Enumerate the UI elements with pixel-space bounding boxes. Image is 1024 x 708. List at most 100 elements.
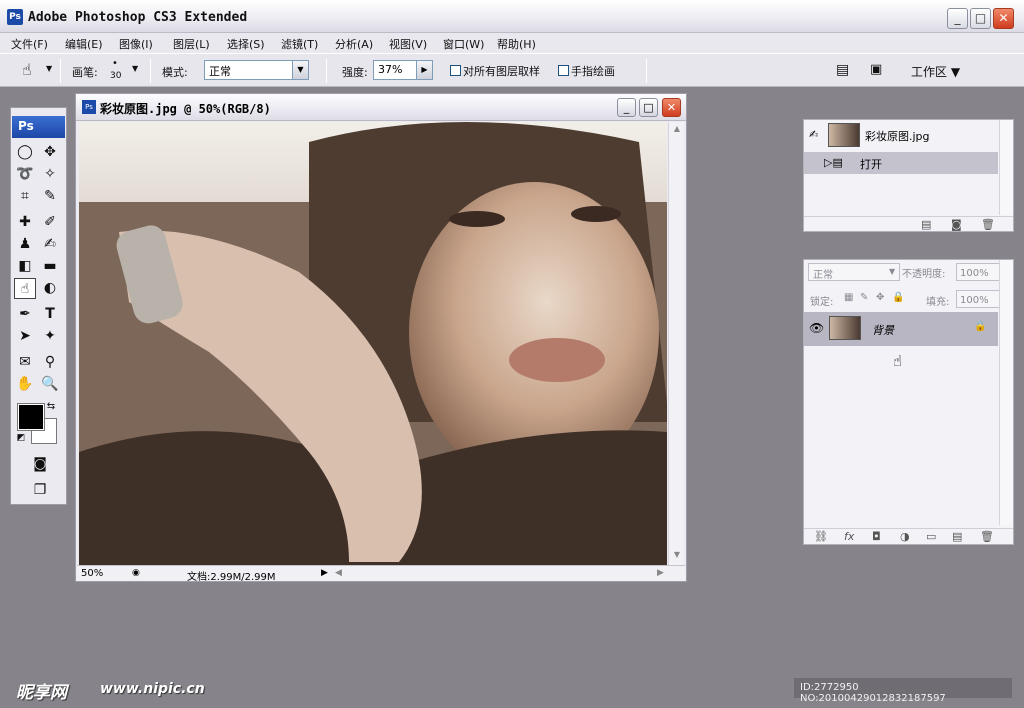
layer-style-icon[interactable]: fx [844,530,854,543]
lock-image-icon[interactable]: ✎ [860,292,868,303]
menu-help[interactable]: 帮助(H) [497,36,536,52]
brush-dot-icon[interactable]: • [112,58,118,69]
scroll-right-icon[interactable]: ▶ [657,568,664,578]
menu-file[interactable]: 文件(F) [11,36,48,52]
move-tool-icon[interactable]: ✥ [39,142,61,163]
layer-row-background[interactable]: 👁 背景 🔒 [804,312,998,346]
layers-scrollbar[interactable] [999,260,1013,525]
healing-brush-icon[interactable]: ✚ [14,212,36,233]
vertical-scrollbar[interactable]: ▲ ▼ [668,122,684,565]
maximize-button[interactable]: □ [970,8,991,29]
new-document-from-state-icon[interactable]: ▤ [921,218,931,231]
magic-wand-icon[interactable]: ✧ [39,164,61,185]
eraser-tool-icon[interactable]: ◧ [14,256,36,277]
menu-layer[interactable]: 图层(L) [173,36,210,52]
marquee-tool-icon[interactable]: ◯ [14,142,36,163]
doc-close-button[interactable]: ✕ [662,98,681,117]
scroll-down-icon[interactable]: ▼ [671,550,683,562]
document-title: 彩妆原图.jpg @ 50%(RGB/8) [100,102,271,116]
new-layer-icon[interactable]: ▤ [952,530,962,543]
image-id-label: ID:2772950 NO:20100429012832187597 [794,678,1012,704]
mode-select[interactable]: 正常 ▼ [204,60,309,80]
menu-analysis[interactable]: 分析(A) [335,36,373,52]
scroll-left-icon[interactable]: ◀ [335,568,342,578]
menu-select[interactable]: 选择(S) [227,36,265,52]
trash-icon[interactable]: 🗑 [981,218,995,231]
opacity-label: 不透明度: [902,269,946,280]
bridge-icon[interactable]: ▣ [870,62,882,77]
new-group-icon[interactable]: ▭ [926,530,936,543]
chevron-down-icon[interactable]: ▼ [46,64,52,73]
eyedropper-icon[interactable]: ⚲ [39,352,61,373]
mode-label: 模式: [162,66,188,79]
snapshot-thumbnail [828,123,860,147]
notes-tool-icon[interactable]: ✉ [14,352,36,373]
lock-transparent-icon[interactable]: ▦ [844,292,853,303]
scroll-up-icon[interactable]: ▲ [671,124,683,136]
close-button[interactable]: ✕ [993,8,1014,29]
sample-all-layers-checkbox[interactable] [450,65,461,76]
lock-all-icon[interactable]: 🔒 [892,292,904,303]
type-tool-icon[interactable]: T [39,304,61,325]
history-brush-source-icon[interactable]: ✍ [809,128,818,141]
zoom-tool-icon[interactable]: 🔍 [39,374,61,395]
smudge-tool-icon[interactable]: ☝ [14,278,36,299]
history-state-open[interactable]: ▷▤ 打开 [804,152,998,174]
layers-footer: ⛓ fx ◘ ◑ ▭ ▤ 🗑 [804,528,1013,544]
hand-tool-icon[interactable]: ✋ [14,374,36,395]
lasso-tool-icon[interactable]: ➰ [14,164,36,185]
default-colors-icon[interactable]: ◩ [15,432,27,444]
lock-position-icon[interactable]: ✥ [876,292,884,303]
dodge-tool-icon[interactable]: ◐ [39,278,61,299]
path-selection-icon[interactable]: ➤ [14,326,36,347]
slice-tool-icon[interactable]: ✎ [39,186,61,207]
new-snapshot-icon[interactable]: ◙ [951,218,962,231]
eye-visibility-icon[interactable]: 👁 [809,321,824,335]
foreground-color-swatch[interactable] [17,403,45,431]
history-snapshot-row[interactable]: ✍ 彩妆原图.jpg [804,121,998,149]
trash-icon[interactable]: 🗑 [980,530,994,543]
history-state-icon: ▷▤ [824,156,843,169]
blend-mode-select[interactable]: 正常 ▼ [808,263,900,281]
crop-tool-icon[interactable]: ⌗ [14,186,36,207]
finger-painting-checkbox[interactable] [558,65,569,76]
doc-minimize-button[interactable]: _ [617,98,636,117]
adjustment-layer-icon[interactable]: ◑ [900,530,910,543]
layer-name: 背景 [872,324,894,337]
menu-filter[interactable]: 滤镜(T) [281,36,318,52]
pen-tool-icon[interactable]: ✒ [14,304,36,325]
strength-input[interactable]: 37% ▶ [373,60,433,80]
status-info-icon[interactable]: ◉ [132,568,140,578]
minimize-button[interactable]: _ [947,8,968,29]
history-brush-icon[interactable]: ✍ [39,234,61,255]
link-layers-icon[interactable]: ⛓ [814,530,828,543]
zoom-level[interactable]: 50% [81,568,103,579]
menu-image[interactable]: 图像(I) [119,36,153,52]
menu-view[interactable]: 视图(V) [389,36,427,52]
brush-tool-icon[interactable]: ✐ [39,212,61,233]
history-state-label: 打开 [860,158,882,171]
smudge-tool-preset-icon[interactable]: ☝ [22,60,32,79]
status-menu-arrow-icon[interactable]: ▶ [321,568,328,578]
clone-stamp-icon[interactable]: ♟ [14,234,36,255]
palette-well-icon[interactable]: ▤ [836,62,849,78]
strength-label: 强度: [342,66,368,79]
quick-mask-icon[interactable]: ◙ [29,454,51,475]
history-scrollbar[interactable] [999,120,1013,215]
swap-colors-icon[interactable]: ⇆ [44,400,58,414]
image-canvas[interactable] [79,122,667,565]
triangle-right-icon[interactable]: ▶ [416,61,432,79]
photoshop-app-icon: Ps [7,9,23,25]
brush-picker-chevron-icon[interactable]: ▼ [132,64,138,73]
screen-mode-icon[interactable]: ❐ [29,480,51,501]
chevron-down-icon[interactable]: ▼ [889,267,895,276]
add-mask-icon[interactable]: ◘ [872,530,881,543]
gradient-tool-icon[interactable]: ▬ [39,256,61,277]
doc-maximize-button[interactable]: □ [639,98,658,117]
finger-painting-label: 手指绘画 [571,65,615,78]
workspace-button[interactable]: 工作区 ▼ [911,63,960,80]
menu-window[interactable]: 窗口(W) [443,36,484,52]
custom-shape-icon[interactable]: ✦ [39,326,61,347]
chevron-down-icon[interactable]: ▼ [292,61,308,79]
menu-edit[interactable]: 编辑(E) [65,36,103,52]
